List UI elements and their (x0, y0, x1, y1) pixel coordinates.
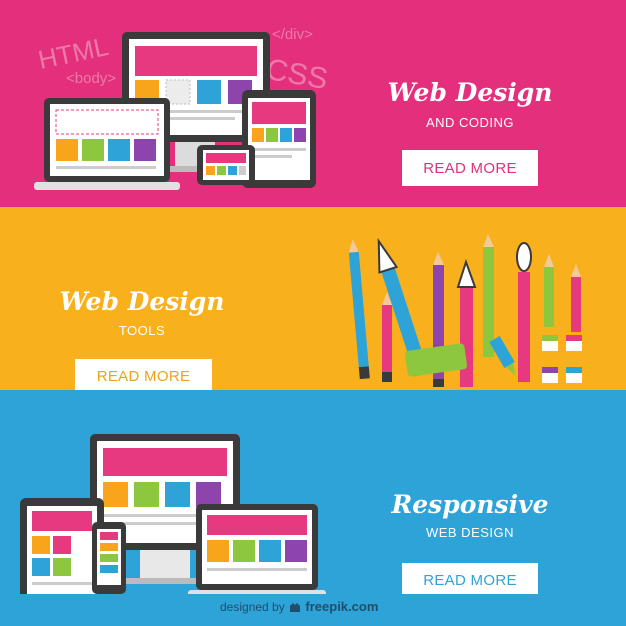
read-more-button[interactable]: READ MORE (402, 563, 538, 594)
banner-title: Responsive (391, 490, 549, 519)
banner-subtitle: TOOLS (118, 323, 166, 338)
paint-brush-icon (516, 242, 532, 382)
banner-subtitle: AND CODING (425, 115, 515, 130)
read-more-button[interactable]: READ MORE (402, 150, 538, 186)
pencil-icon (382, 292, 392, 382)
pencil-icon (544, 254, 554, 327)
tablet-icon (20, 498, 104, 594)
designed-by-text: designed by (220, 600, 285, 614)
devices-illustration (34, 32, 316, 190)
design-tools-illustration (348, 234, 582, 387)
phone-icon (197, 145, 255, 185)
banner-title: Web Design (387, 78, 553, 107)
pencil-icon (348, 239, 370, 380)
banner-web-design-tools: Web Design TOOLS READ MORE (0, 207, 626, 390)
laptop-icon (34, 98, 180, 190)
banner-title: Web Design (59, 287, 225, 316)
phone-icon (92, 522, 126, 594)
freepik-logo-icon (290, 602, 301, 612)
banner-responsive-web-design: Responsive WEB DESIGN READ MORE (0, 390, 626, 594)
responsive-devices-illustration (20, 434, 326, 594)
color-swatches-icon (542, 335, 582, 383)
pencil-icon (483, 234, 494, 357)
pencil-icon (571, 264, 581, 332)
banner-subtitle: WEB DESIGN (425, 525, 515, 540)
read-more-button[interactable]: READ MORE (75, 359, 212, 390)
laptop-icon (188, 504, 326, 594)
credit-line: designed by freepik.com (220, 599, 378, 614)
banner-web-design-coding: HTML </div> <body> CSS Web Design AND CO… (0, 0, 626, 207)
freepik-brand-text[interactable]: freepik.com (305, 599, 378, 614)
